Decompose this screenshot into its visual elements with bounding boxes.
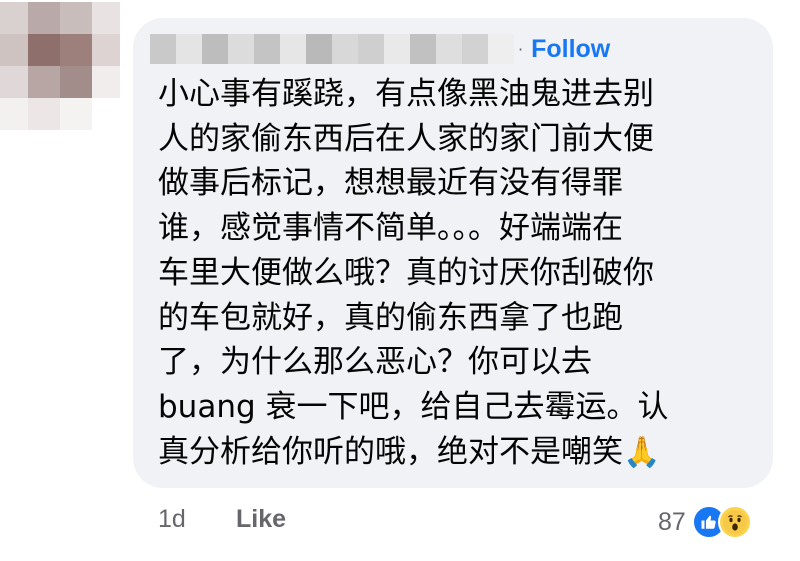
timestamp[interactable]: 1d [158,505,186,534]
comment-text: 小心事有蹊跷，有点像黑油鬼进去别 人的家偷东西后在人家的家门前大便 做事后标记，… [158,72,758,475]
comment-header: · Follow [150,30,610,68]
comment-footer: 1d Like 87 [0,505,800,545]
folded-hands-emoji: 🙏 [623,434,661,470]
author-name-redacted[interactable] [150,34,514,64]
avatar[interactable] [0,0,120,130]
separator-dot: · [518,39,524,59]
comment-body: 小心事有蹊跷，有点像黑油鬼进去别 人的家偷东西后在人家的家门前大便 做事后标记，… [158,76,669,470]
wow-icon [717,505,752,539]
follow-button[interactable]: Follow [531,35,610,64]
like-button[interactable]: Like [236,505,286,534]
reaction-count: 87 [658,507,686,536]
reactions-summary[interactable]: 87 [658,505,752,539]
